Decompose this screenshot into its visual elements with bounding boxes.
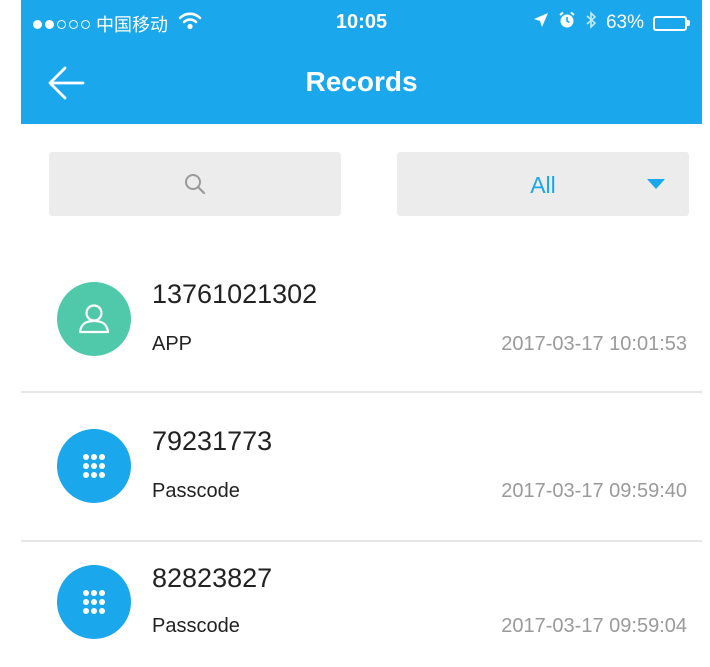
record-time: 2017-03-17 10:01:53 [501, 333, 687, 355]
record-number: 79231773 [152, 426, 273, 456]
record-time: 2017-03-17 09:59:04 [501, 615, 687, 637]
battery-icon [653, 15, 690, 31]
user-icon [57, 282, 131, 356]
record-type-selected: All [530, 172, 556, 198]
search-field[interactable] [49, 152, 341, 216]
record-time: 2017-03-17 09:59:40 [501, 480, 687, 502]
status-right: 63% [533, 11, 690, 35]
keypad-icon [57, 429, 131, 503]
record-type: Passcode [152, 615, 240, 637]
alarm-clock-icon [558, 11, 576, 35]
divider [21, 391, 702, 393]
record-type: APP [152, 333, 193, 355]
bluetooth-icon [585, 11, 597, 35]
record-number: 82823827 [152, 563, 273, 593]
record-type: Passcode [152, 480, 240, 502]
caret-down-icon [647, 179, 665, 189]
header: 中国移动 10:05 63% Records [21, 0, 702, 124]
record-item[interactable]: 79231773 Passcode 2017-03-17 09:59:40 [21, 394, 702, 542]
record-item[interactable]: 82823827 Passcode 2017-03-17 09:59:04 [21, 543, 702, 667]
status-bar: 中国移动 10:05 63% [21, 0, 702, 46]
nav-bar: Records [21, 46, 702, 124]
page-title: Records [305, 66, 418, 97]
keypad-icon [57, 565, 131, 639]
location-arrow-icon [533, 12, 549, 34]
battery-percent: 63% [605, 12, 644, 33]
records-screen: 中国移动 10:05 63% Records All 13761021302 A… [21, 0, 702, 667]
divider [21, 540, 702, 542]
search-icon [185, 174, 206, 195]
record-number: 13761021302 [152, 279, 318, 309]
record-type-dropdown[interactable]: All [397, 152, 689, 216]
record-item[interactable]: 13761021302 APP 2017-03-17 10:01:53 [21, 249, 702, 397]
